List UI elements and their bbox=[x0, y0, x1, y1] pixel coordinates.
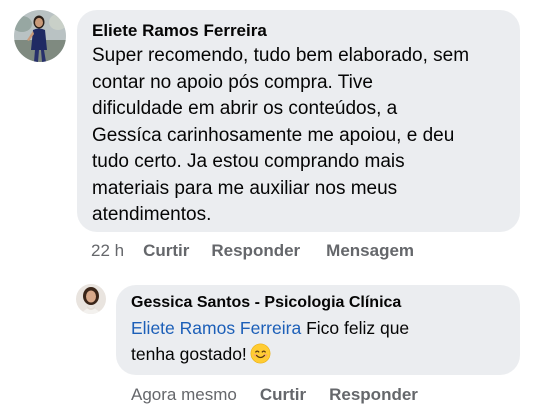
comment-bubble: Eliete Ramos Ferreira Super recomendo, t… bbox=[77, 10, 520, 232]
comment-author[interactable]: Eliete Ramos Ferreira bbox=[92, 20, 504, 41]
reply-actions: Agora mesmo Curtir Responder bbox=[131, 384, 418, 406]
like-button[interactable]: Curtir bbox=[143, 240, 189, 262]
smiling-face-icon bbox=[250, 343, 271, 364]
reply-bubble: Gessica Santos - Psicologia Clínica Elie… bbox=[116, 285, 520, 375]
reply-reply-button[interactable]: Responder bbox=[329, 384, 418, 406]
reply-like-button[interactable]: Curtir bbox=[260, 384, 306, 406]
replier-avatar[interactable] bbox=[76, 284, 106, 314]
message-button[interactable]: Mensagem bbox=[326, 240, 414, 262]
comment-actions: 22 h Curtir Responder Mensagem bbox=[91, 240, 414, 262]
reply-author[interactable]: Gessica Santos - Psicologia Clínica bbox=[131, 292, 504, 314]
reply-text: Eliete Ramos Ferreira Fico feliz que ten… bbox=[131, 315, 504, 367]
reply-button[interactable]: Responder bbox=[211, 240, 300, 262]
mention-link[interactable]: Eliete Ramos Ferreira bbox=[131, 318, 301, 338]
comment-timestamp[interactable]: 22 h bbox=[91, 240, 124, 262]
commenter-avatar[interactable] bbox=[14, 10, 66, 62]
reply-timestamp[interactable]: Agora mesmo bbox=[131, 384, 237, 406]
comment-text: Super recomendo, tudo bem elaborado, sem… bbox=[92, 45, 470, 225]
